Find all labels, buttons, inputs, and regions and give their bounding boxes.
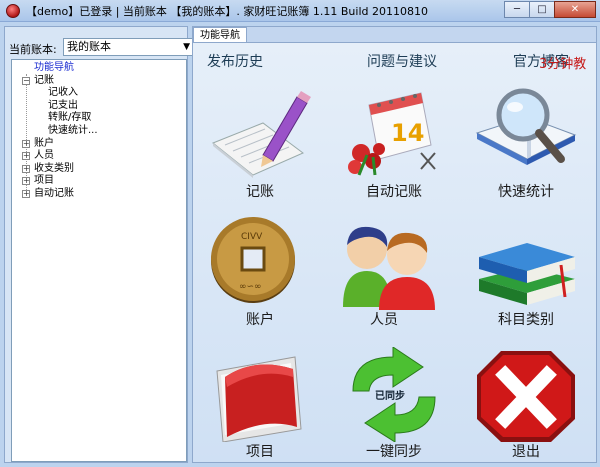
folder-icon [216,356,302,442]
tree-item[interactable]: + 自动记账 [12,188,186,201]
tree-item-label: 转账/存取 [48,112,92,124]
window-title: 【demo】已登录 | 当前账本 【我的账本】. 家财旺记账簿 1.11 Bui… [26,4,428,18]
tree-item[interactable]: 转账/存取 [12,112,186,125]
tile-label: 人员 [370,312,398,328]
tree-item[interactable]: + 收支类别 [12,163,186,176]
tile-categories[interactable]: 科目类别 [471,215,581,345]
notepad-pencil-icon [212,91,311,178]
tree-item[interactable]: 快速统计... [12,125,186,138]
tree-item[interactable]: + 账户 [12,138,186,151]
tree-item[interactable]: + 人员 [12,150,186,163]
nav-tree[interactable]: 功能导航 − 记账 记收入 记支出 转账/存取 快速统计... + 账户 + 人员 + 收支类别 + 项目 +… [11,59,187,462]
magnifier-book-icon [475,88,577,165]
tree-item-label: 账户 [34,137,54,149]
expand-icon[interactable]: + [22,139,30,148]
tile-sync[interactable]: 已同步 一键同步 [339,347,449,467]
tree-item[interactable]: 记收入 [12,87,186,100]
tile-label: 退出 [512,444,540,460]
main-panel: 功能导航 发布历史 问题与建议 官方博客 3分钟教 记账 14 自动记账 快速统… [192,26,597,463]
books-icon [479,243,575,305]
title-bar: 【demo】已登录 | 当前账本 【我的账本】. 家财旺记账簿 1.11 Bui… [0,0,600,22]
tile-label: 记账 [246,184,274,200]
tree-item-label: 记账 [34,74,54,86]
coin-icon: ⅭⅠⅤⅤ ∞∽∞ [211,217,295,303]
tree-item[interactable]: + 项目 [12,175,186,188]
nav-content: 发布历史 问题与建议 官方博客 3分钟教 记账 14 自动记账 快速统计 ⅭⅠⅤ… [193,42,596,462]
expand-icon[interactable]: + [22,152,30,161]
tab-navigation[interactable]: 功能导航 [193,27,247,43]
close-button[interactable]: ✕ [554,1,596,18]
account-label: 当前账本: [9,43,57,56]
sidebar: 当前账本: 我的账本 ▼ 功能导航 − 记账 记收入 记支出 转账/存取 快速统计... + 账… [4,26,193,463]
account-select[interactable]: 我的账本 ▼ [63,38,193,56]
tree-item-label: 收支类别 [34,162,74,174]
tile-exit[interactable]: 退出 [471,347,581,467]
collapse-icon[interactable]: − [22,76,30,85]
tree-item-label: 人员 [34,150,54,162]
minimize-button[interactable]: ─ [504,1,530,18]
expand-icon[interactable]: + [22,177,30,186]
maximize-button[interactable]: □ [529,1,555,18]
tree-item-label: 自动记账 [34,187,74,199]
account-select-value: 我的账本 [67,40,111,53]
svg-text:14: 14 [391,119,424,147]
tree-item-label: 记支出 [48,99,78,111]
tile-label: 自动记账 [366,184,422,200]
app-icon [6,3,20,18]
expand-icon[interactable]: + [22,164,30,173]
tile-projects[interactable]: 项目 [205,347,315,467]
tile-label: 一键同步 [366,444,422,460]
tile-quick-stats[interactable]: 快速统计 [471,83,581,213]
sync-overlay-text: 已同步 [375,391,405,402]
link-feedback[interactable]: 问题与建议 [367,51,437,71]
account-row: 当前账本: 我的账本 ▼ [9,38,193,57]
window-controls: ─ □ ✕ [504,1,596,18]
tile-people[interactable]: 人员 [329,215,439,345]
tree-item[interactable]: 记支出 [12,100,186,113]
tile-label: 项目 [246,444,274,460]
tile-accounts[interactable]: ⅭⅠⅤⅤ ∞∽∞ 账户 [205,215,315,345]
tile-label: 快速统计 [498,184,554,200]
tree-item-label: 功能导航 [34,62,74,73]
people-icon [343,226,435,310]
svg-text:∞∽∞: ∞∽∞ [239,282,262,292]
tile-label: 科目类别 [498,312,554,328]
exit-icon [477,351,575,442]
tile-label: 账户 [246,312,274,328]
chevron-down-icon: ▼ [183,42,190,52]
tile-bookkeeping[interactable]: 记账 [205,83,315,213]
link-release-history[interactable]: 发布历史 [207,51,263,71]
tree-item[interactable]: − 记账 [12,75,186,88]
tree-item-label: 记收入 [48,87,78,99]
link-tutorial[interactable]: 3分钟教 [539,53,586,72]
tree-item-label: 项目 [34,175,54,187]
tile-auto-bookkeeping[interactable]: 14 自动记账 [339,83,449,213]
expand-icon[interactable]: + [22,189,30,198]
tree-item[interactable]: 功能导航 [12,62,186,75]
tree-item-label: 快速统计... [48,124,98,136]
calendar-flowers-icon: 14 [348,92,436,176]
svg-text:ⅭⅠⅤⅤ: ⅭⅠⅤⅤ [241,232,263,242]
